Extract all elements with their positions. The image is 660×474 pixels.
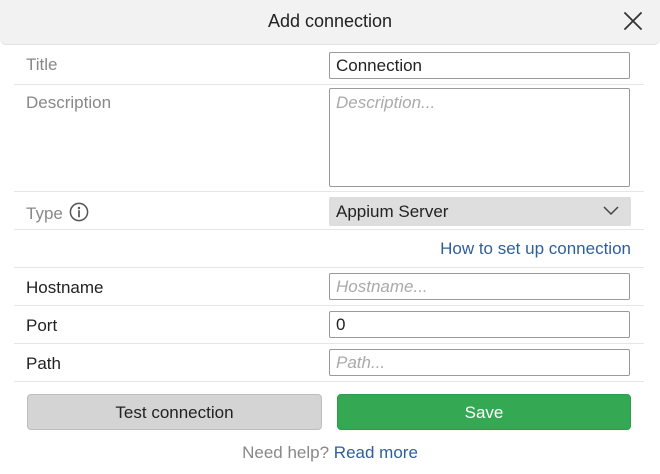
type-select-value: Appium Server <box>336 202 449 221</box>
dialog-header: Add connection <box>0 0 660 45</box>
type-select[interactable]: Appium Server <box>329 197 631 226</box>
description-textarea[interactable] <box>329 88 630 187</box>
help-footer: Need help? Read more <box>0 443 660 463</box>
setup-link-row: How to set up connection <box>14 230 644 268</box>
save-button[interactable]: Save <box>337 394 631 430</box>
description-row: Description <box>14 85 644 192</box>
info-icon[interactable] <box>69 202 89 222</box>
path-row: Path <box>14 344 644 382</box>
hostname-label: Hostname <box>26 278 104 297</box>
title-row: Title <box>14 46 644 85</box>
type-label-group: Type <box>26 202 89 224</box>
help-text: Need help? <box>242 443 330 462</box>
test-connection-button[interactable]: Test connection <box>27 394 322 430</box>
port-label: Port <box>26 316 58 335</box>
port-row: Port <box>14 306 644 344</box>
type-label: Type <box>26 204 63 223</box>
type-row: Type Appium Server <box>14 192 644 230</box>
add-connection-dialog: Add connection Title Description Type Ap… <box>0 0 660 474</box>
path-label: Path <box>26 354 61 373</box>
title-label: Title <box>26 55 58 74</box>
setup-connection-link[interactable]: How to set up connection <box>440 239 631 259</box>
hostname-row: Hostname <box>14 268 644 306</box>
hostname-input[interactable] <box>329 273 630 300</box>
chevron-down-icon <box>603 206 619 216</box>
close-icon[interactable] <box>622 10 644 32</box>
description-label: Description <box>26 93 112 112</box>
title-input[interactable] <box>329 52 630 79</box>
read-more-link[interactable]: Read more <box>334 443 418 462</box>
port-input[interactable] <box>329 311 630 338</box>
dialog-title: Add connection <box>267 11 393 31</box>
path-input[interactable] <box>329 349 630 376</box>
